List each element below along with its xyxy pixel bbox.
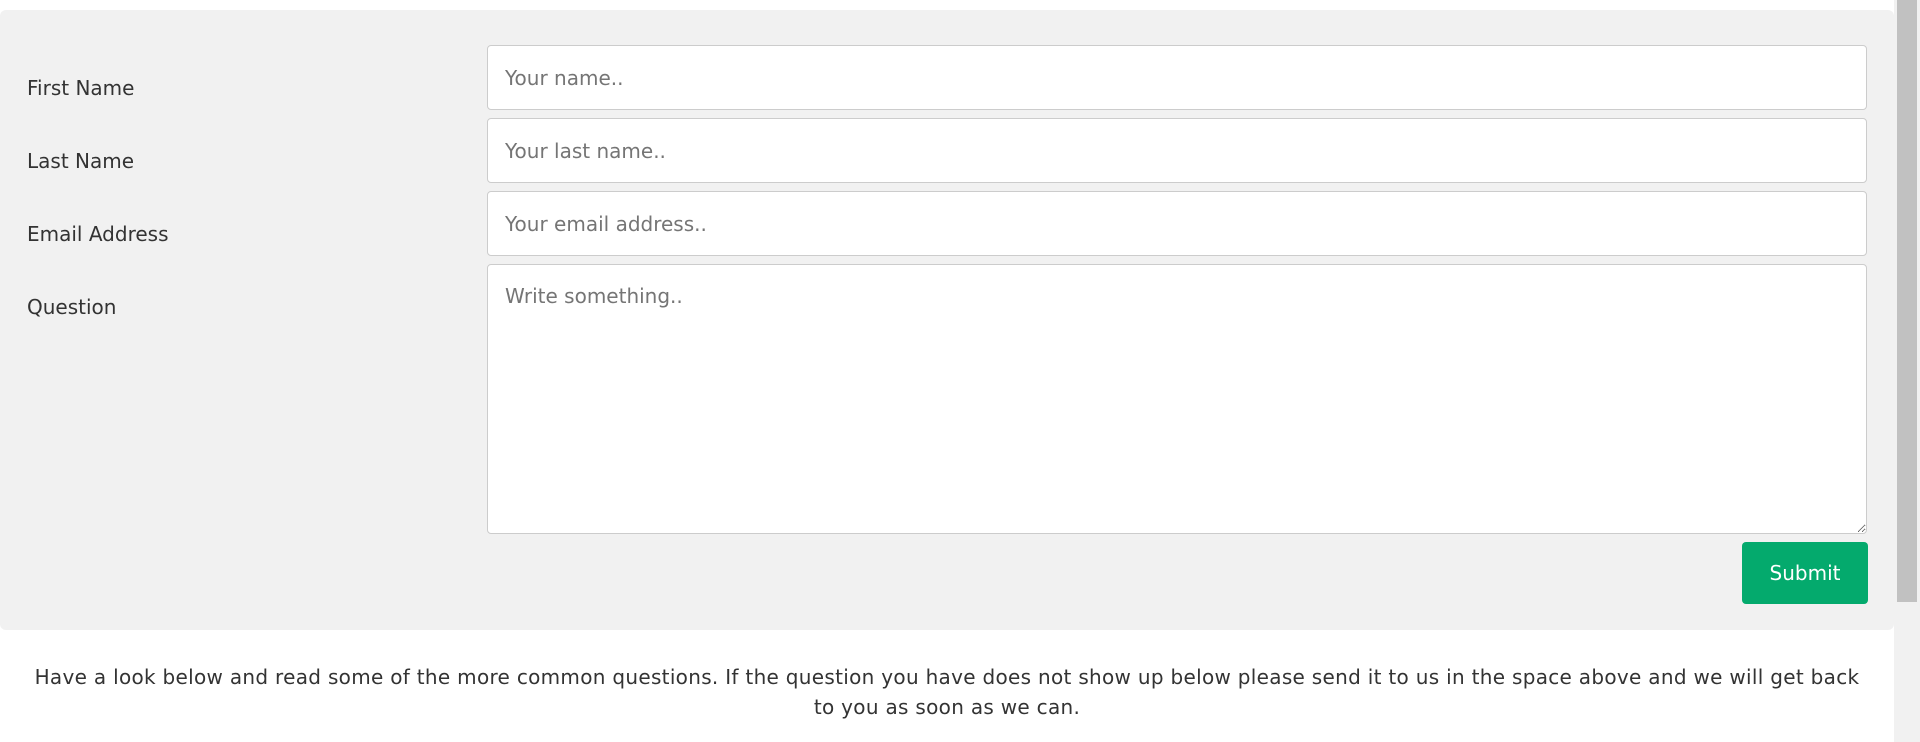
- scrollbar-thumb[interactable]: [1897, 0, 1917, 602]
- question-label: Question: [27, 295, 117, 319]
- submit-button[interactable]: Submit: [1742, 542, 1868, 604]
- last-name-input[interactable]: [487, 118, 1867, 183]
- contact-form: First Name Last Name Email Address Quest…: [0, 10, 1894, 630]
- email-address-label: Email Address: [27, 222, 169, 246]
- email-address-input[interactable]: [487, 191, 1867, 256]
- first-name-input[interactable]: [487, 45, 1867, 110]
- first-name-label: First Name: [27, 76, 135, 100]
- last-name-label: Last Name: [27, 149, 135, 173]
- question-textarea[interactable]: [487, 264, 1867, 534]
- viewport: First Name Last Name Email Address Quest…: [0, 0, 1894, 742]
- page: First Name Last Name Email Address Quest…: [0, 0, 1920, 742]
- faq-intro-text: Have a look below and read some of the m…: [34, 665, 1860, 719]
- vertical-scrollbar[interactable]: [1894, 0, 1920, 742]
